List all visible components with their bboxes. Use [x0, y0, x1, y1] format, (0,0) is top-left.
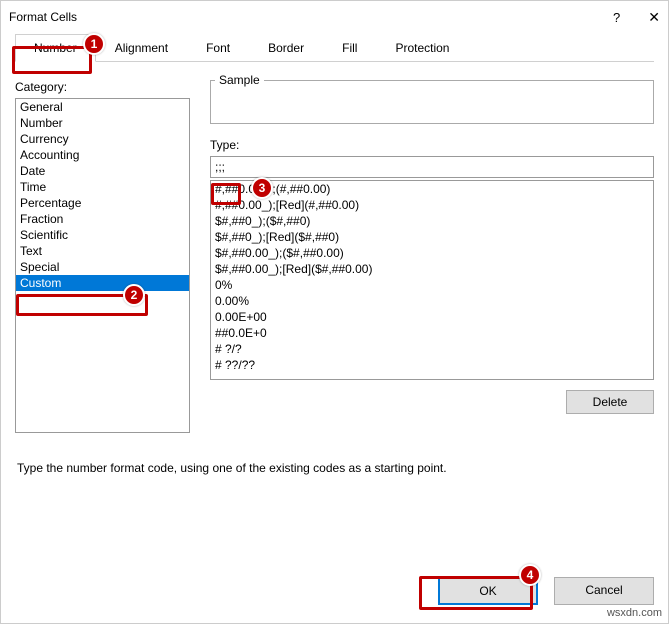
- list-item[interactable]: Fraction: [16, 211, 189, 227]
- category-listbox[interactable]: General Number Currency Accounting Date …: [15, 98, 190, 433]
- list-item[interactable]: #,##0.00_);[Red](#,##0.00): [211, 197, 653, 213]
- help-icon[interactable]: ?: [613, 10, 620, 25]
- close-icon[interactable]: ✕: [648, 9, 660, 26]
- annotation-callout-2: 2: [123, 284, 145, 306]
- sample-label: Sample: [215, 73, 264, 87]
- list-item[interactable]: $#,##0_);($#,##0): [211, 213, 653, 229]
- list-item[interactable]: Special: [16, 259, 189, 275]
- format-cells-dialog: Format Cells ? ✕ Number Alignment Font B…: [0, 0, 669, 624]
- annotation-callout-3: 3: [251, 177, 273, 199]
- tab-font[interactable]: Font: [187, 34, 249, 62]
- tab-fill[interactable]: Fill: [323, 34, 376, 62]
- list-item[interactable]: General: [16, 99, 189, 115]
- annotation-callout-4: 4: [519, 564, 541, 586]
- cancel-button[interactable]: Cancel: [554, 577, 654, 605]
- sample-box: Sample: [210, 80, 654, 124]
- list-item[interactable]: $#,##0.00_);($#,##0.00): [211, 245, 653, 261]
- list-item[interactable]: Scientific: [16, 227, 189, 243]
- list-item[interactable]: $#,##0_);[Red]($#,##0): [211, 229, 653, 245]
- list-item[interactable]: Number: [16, 115, 189, 131]
- list-item-custom[interactable]: Custom: [16, 275, 189, 291]
- type-label: Type:: [210, 138, 654, 152]
- list-item[interactable]: Accounting: [16, 147, 189, 163]
- list-item[interactable]: Time: [16, 179, 189, 195]
- list-item[interactable]: #,##0.00_);(#,##0.00): [211, 181, 653, 197]
- tab-protection[interactable]: Protection: [376, 34, 468, 62]
- annotation-callout-1: 1: [83, 33, 105, 55]
- tab-border[interactable]: Border: [249, 34, 323, 62]
- list-item[interactable]: 0.00%: [211, 293, 653, 309]
- titlebar: Format Cells ? ✕: [1, 1, 668, 33]
- window-title: Format Cells: [9, 10, 77, 24]
- type-input[interactable]: [210, 156, 654, 178]
- list-item[interactable]: 0.00E+00: [211, 309, 653, 325]
- list-item[interactable]: $#,##0.00_);[Red]($#,##0.00): [211, 261, 653, 277]
- hint-text: Type the number format code, using one o…: [15, 461, 654, 475]
- watermark: wsxdn.com: [607, 607, 662, 619]
- list-item[interactable]: # ?/?: [211, 341, 653, 357]
- list-item[interactable]: Date: [16, 163, 189, 179]
- list-item[interactable]: ##0.0E+0: [211, 325, 653, 341]
- dialog-footer: OK Cancel: [438, 577, 654, 605]
- tab-alignment[interactable]: Alignment: [96, 34, 187, 62]
- list-item[interactable]: 0%: [211, 277, 653, 293]
- tab-content: Category: General Number Currency Accoun…: [15, 61, 654, 485]
- delete-button[interactable]: Delete: [566, 390, 654, 414]
- list-item[interactable]: Text: [16, 243, 189, 259]
- list-item[interactable]: Currency: [16, 131, 189, 147]
- list-item[interactable]: # ??/??: [211, 357, 653, 373]
- format-listbox[interactable]: #,##0.00_);(#,##0.00) #,##0.00_);[Red](#…: [210, 180, 654, 380]
- list-item[interactable]: Percentage: [16, 195, 189, 211]
- category-label: Category:: [15, 80, 190, 94]
